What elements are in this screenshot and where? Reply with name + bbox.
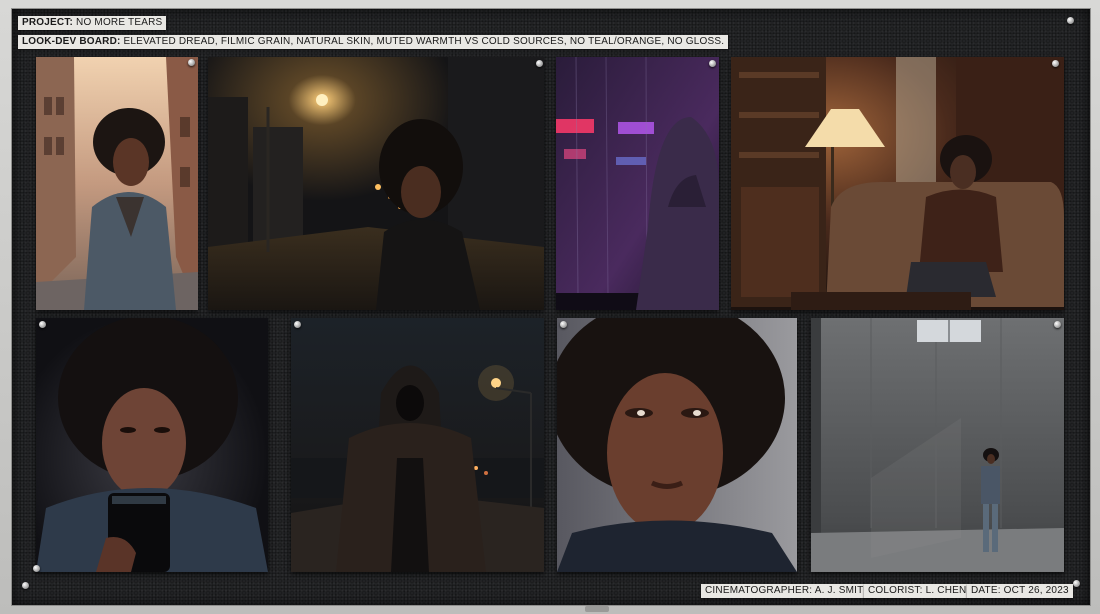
bulletin-frame: PROJECT: NO MORE TEARS LOOK-DEV BOARD: E…: [0, 0, 1100, 614]
photo-7[interactable]: [557, 318, 797, 572]
pin: [1054, 321, 1061, 328]
photo-4-image: [731, 57, 1064, 310]
pin: [33, 565, 40, 572]
photo-8[interactable]: [811, 318, 1064, 572]
photo-7-image: [557, 318, 797, 572]
photo-8-image: [811, 318, 1064, 572]
lookdev-label: LOOK-DEV BOARD: ELEVATED DREAD, FILMIC G…: [18, 35, 729, 49]
pin: [39, 321, 46, 328]
pin: [709, 60, 716, 67]
pin: [294, 321, 301, 328]
date-label: DATE: OCT 26, 2023: [967, 584, 1073, 598]
pin: [1073, 580, 1080, 587]
photo-3[interactable]: [556, 57, 719, 310]
pin: [560, 321, 567, 328]
photo-5-image: [36, 318, 268, 572]
project-label-key: PROJECT:: [22, 17, 74, 28]
photo-6-image: [291, 318, 544, 572]
board-tray: [585, 606, 609, 612]
photo-6[interactable]: [291, 318, 544, 572]
pin: [1052, 60, 1059, 67]
pin: [188, 59, 195, 66]
pin: [536, 60, 543, 67]
project-label-value: NO MORE TEARS: [76, 17, 163, 28]
project-label: PROJECT: NO MORE TEARS: [18, 16, 167, 30]
lookdev-label-value: ELEVATED DREAD, FILMIC GRAIN, NATURAL SK…: [123, 36, 725, 47]
photo-3-image: [556, 57, 719, 310]
colorist-label: COLORIST: L. CHEN: [864, 584, 971, 598]
photo-2-image: [208, 57, 544, 310]
pin: [22, 582, 29, 589]
cinematographer-label: CINEMATOGRAPHER: A. J. SMITH: [701, 584, 875, 598]
photo-5[interactable]: [36, 318, 268, 572]
pin: [1067, 17, 1074, 24]
photo-4[interactable]: [731, 57, 1064, 310]
photo-2[interactable]: [208, 57, 544, 310]
lookdev-label-key: LOOK-DEV BOARD:: [22, 36, 121, 47]
photo-1-image: [36, 57, 198, 310]
photo-1[interactable]: [36, 57, 198, 310]
